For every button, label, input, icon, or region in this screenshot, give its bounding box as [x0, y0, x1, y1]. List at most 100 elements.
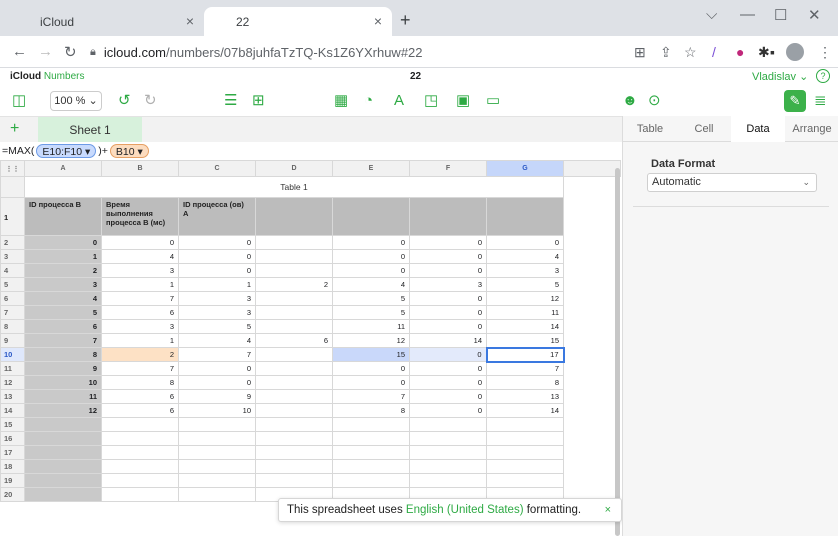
tab-data[interactable]: Data	[731, 116, 785, 142]
row-header[interactable]: 9	[0, 333, 25, 348]
table-cell[interactable]: 9	[178, 389, 256, 404]
table-cell[interactable]: 0	[409, 361, 487, 376]
table-cell[interactable]: 7	[332, 389, 410, 404]
table-cell[interactable]: 1	[178, 277, 256, 292]
table-cell[interactable]	[332, 417, 410, 432]
table-cell[interactable]: 11	[332, 319, 410, 334]
table-cell[interactable]: 3	[101, 319, 179, 334]
table-cell[interactable]: 10	[24, 375, 102, 390]
table-cell[interactable]	[255, 445, 333, 460]
translate-icon[interactable]: ⊞	[634, 44, 646, 61]
organize-icon[interactable]: ≣	[814, 93, 827, 109]
column-header-g[interactable]: G	[486, 160, 564, 177]
table-cell[interactable]: 4	[101, 249, 179, 264]
header-cell[interactable]: ID процесса (ов) A	[178, 197, 256, 236]
table-cell[interactable]: 3	[486, 263, 564, 278]
table-cell[interactable]: 0	[409, 375, 487, 390]
selected-cell[interactable]: 17	[485, 346, 565, 363]
row-header[interactable]	[0, 176, 25, 198]
table-cell[interactable]	[255, 389, 333, 404]
table-cell[interactable]	[255, 375, 333, 390]
table-cell[interactable]: 0	[332, 375, 410, 390]
row-header[interactable]: 11	[0, 361, 25, 376]
table-cell[interactable]: 4	[486, 249, 564, 264]
table-cell[interactable]: 14	[486, 403, 564, 418]
table-cell[interactable]	[409, 445, 487, 460]
tab-cell[interactable]: Cell	[677, 116, 731, 142]
table-cell[interactable]	[255, 235, 333, 250]
table-cell[interactable]: 0	[409, 403, 487, 418]
table-cell[interactable]: 0	[409, 263, 487, 278]
table-cell[interactable]: 1	[24, 249, 102, 264]
table-cell[interactable]	[255, 249, 333, 264]
side-panel-icon[interactable]: ▪	[770, 44, 775, 60]
table-cell[interactable]: 2	[255, 277, 333, 292]
select-all-corner[interactable]: ⋮⋮	[0, 160, 25, 177]
table-cell[interactable]: 0	[486, 235, 564, 250]
table-cell[interactable]: 0	[409, 319, 487, 334]
table-cell[interactable]	[255, 319, 333, 334]
table-title[interactable]: Table 1	[24, 176, 564, 198]
table-cell[interactable]: 2	[101, 347, 179, 362]
row-header[interactable]: 20	[0, 487, 25, 502]
table-cell[interactable]	[486, 431, 564, 446]
user-menu[interactable]: Vladislav ⌄	[752, 70, 808, 83]
sheet-tab-sheet-1[interactable]: Sheet 1	[38, 117, 142, 143]
table-cell[interactable]	[332, 431, 410, 446]
insert-list-icon[interactable]: ☰	[224, 93, 237, 109]
table-cell[interactable]	[178, 487, 256, 502]
column-header-d[interactable]: D	[255, 160, 333, 177]
table-cell[interactable]: 6	[101, 305, 179, 320]
row-header[interactable]: 1	[0, 197, 25, 236]
table-cell[interactable]: 0	[332, 235, 410, 250]
table-cell[interactable]	[409, 417, 487, 432]
table-cell[interactable]: 13	[486, 389, 564, 404]
data-format-select[interactable]: Automatic ⌄	[647, 173, 817, 192]
extension-pen-icon[interactable]: /	[712, 44, 716, 60]
locale-link[interactable]: English (United States)	[406, 504, 524, 516]
column-header-e[interactable]: E	[332, 160, 410, 177]
table-cell[interactable]: 0	[332, 361, 410, 376]
media-icon[interactable]: ▣	[456, 93, 470, 109]
table-cell[interactable]: 7	[486, 361, 564, 376]
table-cell[interactable]: 4	[24, 291, 102, 306]
minimize-button[interactable]: —	[740, 6, 755, 23]
table-cell[interactable]	[332, 459, 410, 474]
column-resize-handle[interactable]	[563, 160, 621, 177]
table-cell[interactable]: 3	[409, 277, 487, 292]
table-cell[interactable]	[255, 473, 333, 488]
table-cell[interactable]	[332, 445, 410, 460]
row-header[interactable]: 7	[0, 305, 25, 320]
table-cell[interactable]: 0	[409, 249, 487, 264]
row-header[interactable]: 6	[0, 291, 25, 306]
row-header[interactable]: 15	[0, 417, 25, 432]
comment-icon[interactable]: ▭	[486, 93, 500, 109]
formula-bar[interactable]: =MAX( E10:F10 ▾ )+ B10 ▾	[0, 142, 622, 160]
table-cell[interactable]: 0	[409, 291, 487, 306]
table-cell[interactable]	[101, 445, 179, 460]
row-header[interactable]: 18	[0, 459, 25, 474]
table-cell[interactable]: 15	[332, 347, 410, 362]
table-cell[interactable]: 7	[101, 291, 179, 306]
table-cell[interactable]	[255, 403, 333, 418]
table-cell[interactable]	[255, 291, 333, 306]
table-cell[interactable]: 0	[409, 305, 487, 320]
bookmark-star-icon[interactable]: ☆	[684, 44, 697, 61]
table-cell[interactable]	[409, 431, 487, 446]
table-cell[interactable]: 12	[332, 333, 410, 348]
table-cell[interactable]: 9	[24, 361, 102, 376]
table-cell[interactable]	[255, 305, 333, 320]
row-header[interactable]: 17	[0, 445, 25, 460]
row-header[interactable]: 3	[0, 249, 25, 264]
table-cell[interactable]: 12	[24, 403, 102, 418]
row-header[interactable]: 8	[0, 319, 25, 334]
table-cell[interactable]	[101, 459, 179, 474]
row-header[interactable]: 2	[0, 235, 25, 250]
table-cell[interactable]: 8	[486, 375, 564, 390]
menu-kebab-icon[interactable]: ⋮	[818, 44, 832, 61]
table-cell[interactable]: 0	[409, 347, 487, 362]
table-cell[interactable]	[486, 459, 564, 474]
table-cell[interactable]: 3	[24, 277, 102, 292]
table-cell[interactable]: 6	[101, 389, 179, 404]
header-cell[interactable]	[255, 197, 333, 236]
